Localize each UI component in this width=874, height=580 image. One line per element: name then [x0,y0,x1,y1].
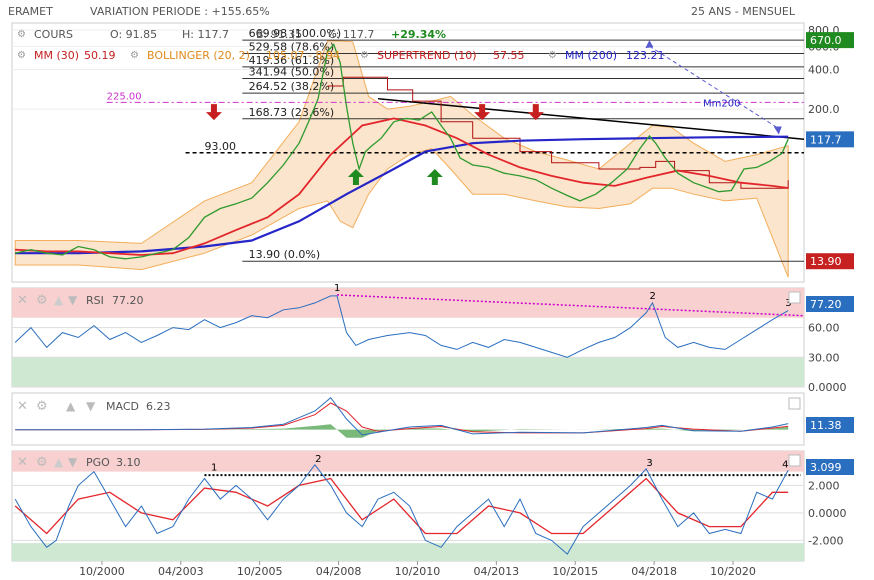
level-93-label: 93.00 [204,140,236,153]
rsi-title: RSI [86,294,104,307]
pgo-title-value: 3.10 [116,456,141,469]
x-tick-label: 10/2020 [710,565,756,578]
ticker-label: ERAMET [8,5,53,18]
arrow-down-icon[interactable]: ▼ [68,293,78,307]
arrow-up-icon[interactable]: ▲ [54,293,64,307]
gear-icon[interactable]: ⚙ [17,29,26,40]
x-tick-label: 10/2010 [395,565,441,578]
legend-change: +29.34% [391,28,446,41]
legend-mm30-value: 50.19 [84,49,116,62]
rsi-badge: 77.20 [806,296,854,312]
macd-badge-value: 11.38 [810,419,842,432]
x-tick-label: 10/2000 [79,565,125,578]
rsi-panel: 123 ✕ ⚙ ▲ ▼ RSI 77.20 60.0030.000.0000 7… [11,283,854,394]
pgo-y-tick: 0.0000 [808,507,847,520]
rsi-point-label: 2 [650,291,656,302]
stock-chart: ERAMET VARIATION PERIODE : +155.65% 25 A… [8,5,854,578]
arrow-up-icon[interactable]: ▲ [54,455,64,469]
legend-low: B: 91.35 [256,28,302,41]
legend-mm30: MM (30) [34,49,79,62]
pgo-oversold-zone [12,543,804,561]
arrow-down-icon[interactable]: ▼ [86,399,96,413]
gear-icon[interactable]: ⚙ [130,50,139,61]
rsi-y-tick: 0.0000 [808,381,847,394]
pgo-point-label: 4 [782,460,788,471]
pgo-title: PGO [86,456,110,469]
close-icon[interactable]: ✕ [17,399,28,414]
macd-toolbar: ✕ ⚙ ▲ ▼ MACD 6.23 [17,399,171,414]
arrow-up-icon[interactable]: ▲ [66,399,76,413]
x-tick-label: 04/2008 [316,565,362,578]
x-tick-label: 04/2018 [631,565,677,578]
gear-icon[interactable]: ⚙ [17,50,26,61]
price-y-tick: 400.0 [808,64,840,77]
rsi-y-axis: 60.00 30.00 0.0000 [808,322,847,394]
fibonacci-label: 168.73 (23.6%) [249,106,335,119]
legend-bollinger: BOLLINGER (20, 2) [147,49,250,62]
gear-icon[interactable]: ⚙ [548,50,557,61]
pgo-y-tick: -2.000 [808,534,843,547]
pgo-point-label: 1 [211,462,217,473]
legend-close: C: 117.7 [328,28,374,41]
rsi-oversold-zone [12,357,804,387]
legend-supertrend-value: 57.55 [493,49,525,62]
pgo-badge-value: 3.099 [810,461,842,474]
macd-title: MACD [106,400,139,413]
legend-mm200-value: 123.21 [626,49,665,62]
checkbox-icon[interactable] [788,454,801,467]
rsi-point-label: 1 [334,283,340,294]
rsi-y-tick: 30.00 [808,351,840,364]
x-tick-label: 10/2005 [237,565,283,578]
macd-panel: ✕ ⚙ ▲ ▼ MACD 6.23 11.38 [11,392,854,446]
close-icon[interactable]: ✕ [17,293,28,308]
pgo-point-label: 3 [646,458,652,469]
pgo-point-label: 2 [315,454,321,465]
legend-bollinger-value: 105.07 - 8.94 [266,49,340,62]
price-panel: 669.98 (100.0%)529.58 (78.6%)419.36 (61.… [11,22,854,283]
arrow-down-icon[interactable]: ▼ [68,455,78,469]
legend-cours: COURS [34,28,73,41]
rsi-badge-value: 77.20 [810,298,842,311]
price-y-tick: 200.0 [808,103,840,116]
level-225-label: 225.00 [107,91,142,102]
pgo-y-tick: 2.000 [808,479,840,492]
checkbox-icon[interactable] [788,291,801,304]
price-badge-value: 117.7 [810,133,842,146]
price-badge-value: 13.90 [810,255,842,268]
period-label: 25 ANS - MENSUEL [691,5,796,18]
pgo-badge: 3.099 [806,459,854,475]
fibonacci-label: 341.94 (50.0%) [249,65,335,78]
x-tick-label: 04/2013 [473,565,519,578]
legend-open: O: 91.85 [110,28,157,41]
close-icon[interactable]: ✕ [17,455,28,470]
macd-badge: 11.38 [806,417,854,433]
x-tick-label: 10/2015 [552,565,598,578]
fibonacci-label: 13.90 (0.0%) [249,248,321,261]
checkbox-icon[interactable] [788,397,801,410]
legend-mm200: MM (200) [565,49,617,62]
gear-icon[interactable]: ⚙ [36,455,48,470]
mm200-annotation: Mm200 [703,98,740,109]
rsi-y-tick: 60.00 [808,322,840,335]
macd-title-value: 6.23 [146,400,171,413]
variation-label: VARIATION PERIODE : +155.65% [90,5,270,18]
rsi-title-value: 77.20 [112,294,144,307]
pgo-panel: 12 3 4 ✕ ⚙ ▲ ▼ PGO 3.10 2.0000.0000-2.000 … [11,450,854,562]
legend-high: H: 117.7 [182,28,229,41]
x-axis: 10/2000 04/2003 10/2005 04/2008 10/2010 04/20… [79,561,756,578]
gear-icon[interactable]: ⚙ [36,399,48,414]
price-badge-value: 670.0 [810,34,842,47]
legend-supertrend: SUPERTREND (10) [377,49,477,62]
gear-icon[interactable]: ⚙ [360,50,369,61]
x-tick-label: 04/2003 [158,565,204,578]
gear-icon[interactable]: ⚙ [36,293,48,308]
pgo-y-axis: 2.000 0.0000 -2.000 [808,479,847,547]
